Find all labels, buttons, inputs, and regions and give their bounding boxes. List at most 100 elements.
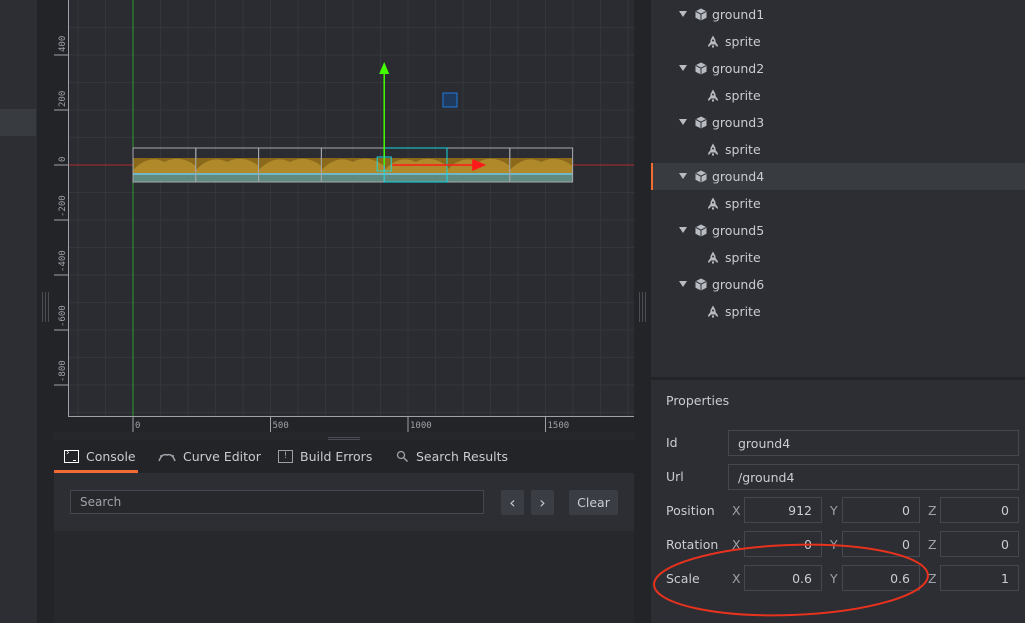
sprite-icon [708, 35, 718, 48]
outline-item-sprite[interactable]: sprite [651, 82, 1025, 109]
left-panel-selected-item[interactable] [0, 109, 36, 136]
rotation-label: Rotation [666, 537, 719, 552]
game-object-icon [695, 8, 707, 21]
position-y-field[interactable] [842, 497, 920, 523]
url-field[interactable] [728, 464, 1019, 490]
expand-triangle-icon[interactable] [679, 227, 687, 233]
y-ruler-label: 0 [58, 157, 68, 162]
outline-item-label: sprite [725, 250, 761, 265]
game-object-icon [695, 224, 707, 237]
chevron-left-icon: ‹ [509, 493, 516, 512]
y-ruler-label: 400 [58, 36, 68, 52]
position-z-field[interactable] [940, 497, 1019, 523]
sprite-icon [708, 197, 718, 210]
console-search-input[interactable] [70, 490, 484, 514]
x-ruler-label: 0 [135, 421, 140, 431]
outline-item-sprite[interactable]: sprite [651, 28, 1025, 55]
scale-x-label: X [732, 571, 741, 586]
right-splitter[interactable] [634, 0, 651, 623]
scale-x-field[interactable] [744, 565, 822, 591]
sprite-icon [708, 305, 718, 318]
tab-build-errors[interactable]: ! Build Errors [278, 440, 372, 473]
sprite-tile-water [195, 175, 259, 182]
rotation-y-label: Y [830, 537, 838, 552]
sprite-tile-water-edge [509, 173, 573, 175]
x-ruler-label: 1000 [410, 421, 432, 431]
scene-background [68, 0, 634, 416]
console-output[interactable] [54, 531, 634, 623]
position-label: Position [666, 503, 715, 518]
sprite-icon [708, 143, 718, 156]
outline-item-ground4[interactable]: ground4 [651, 163, 1025, 190]
properties-panel: Properties Id Url Position X Y Z Rotatio… [651, 380, 1025, 623]
y-ruler-label: -600 [58, 305, 68, 327]
expand-triangle-icon[interactable] [679, 65, 687, 71]
outline-item-ground5[interactable]: ground5 [651, 217, 1025, 244]
expand-triangle-icon[interactable] [679, 11, 687, 17]
id-field[interactable] [728, 430, 1019, 456]
position-y-label: Y [830, 503, 838, 518]
y-ruler-label: -400 [58, 250, 68, 272]
expand-triangle-icon[interactable] [679, 119, 687, 125]
next-match-button[interactable]: › [531, 490, 554, 515]
clear-button[interactable]: Clear [569, 490, 618, 515]
left-panel [0, 0, 37, 623]
bottom-tab-bar: › Console Curve Editor ! Build Errors Se… [54, 440, 634, 473]
scale-y-field[interactable] [842, 565, 920, 591]
tab-console-label: Console [86, 449, 136, 464]
rotation-z-field[interactable] [940, 531, 1019, 557]
search-icon [396, 450, 409, 463]
rotation-x-field[interactable] [744, 531, 822, 557]
outline-item-ground3[interactable]: ground3 [651, 109, 1025, 136]
left-splitter[interactable] [37, 0, 54, 623]
rotation-x-label: X [732, 537, 741, 552]
outline-item-sprite[interactable]: sprite [651, 190, 1025, 217]
splitter-grip [45, 292, 46, 322]
outline-item-ground6[interactable]: ground6 [651, 271, 1025, 298]
outline-item-label: ground5 [712, 223, 765, 238]
sprite-tile-water-edge [195, 173, 259, 175]
game-object-icon [695, 278, 707, 291]
tab-curve-editor[interactable]: Curve Editor [158, 440, 261, 473]
properties-title: Properties [666, 393, 730, 408]
outline-item-ground1[interactable]: ground1 [651, 1, 1025, 28]
rotation-z-label: Z [928, 537, 937, 552]
sprite-tile-water-edge [258, 173, 322, 175]
terminal-icon: › [64, 448, 79, 463]
sprite-tile-water [321, 175, 385, 182]
position-z-label: Z [928, 503, 937, 518]
position-x-field[interactable] [744, 497, 822, 523]
outline-item-sprite[interactable]: sprite [651, 136, 1025, 163]
sprite-icon [708, 89, 718, 102]
scene-canvas[interactable]: 400 200 0 -200 -400 -600 -800 0 500 1000 1500 [54, 0, 634, 432]
expand-triangle-icon[interactable] [679, 173, 687, 179]
scale-z-field[interactable] [940, 565, 1019, 591]
y-ruler-label: 200 [58, 91, 68, 107]
game-object-icon [695, 62, 707, 75]
splitter-grip [639, 292, 640, 322]
outline-item-sprite[interactable]: sprite [651, 298, 1025, 325]
outline-item-label: ground6 [712, 277, 765, 292]
outline-panel: ground1 sprite ground2 sprite ground3 sprite g… [651, 0, 1025, 377]
splitter-grip [645, 292, 646, 322]
splitter-grip [42, 292, 43, 322]
move-gizmo-plane-handle [442, 92, 458, 108]
outline-item-label: sprite [725, 196, 761, 211]
y-ruler-label: -800 [58, 360, 68, 382]
scale-label: Scale [666, 571, 700, 586]
outline-item-label: sprite [725, 304, 761, 319]
x-ruler-label: 1500 [548, 421, 570, 431]
id-label: Id [666, 435, 678, 450]
tab-search-results[interactable]: Search Results [396, 440, 508, 473]
console-toolbar: ‹ › Clear [54, 473, 634, 531]
expand-triangle-icon[interactable] [679, 281, 687, 287]
sprite-tile-water [384, 175, 447, 182]
sprite-tile-water [133, 175, 196, 182]
outline-item-sprite[interactable]: sprite [651, 244, 1025, 271]
outline-item-label: ground2 [712, 61, 765, 76]
previous-match-button[interactable]: ‹ [501, 490, 524, 515]
rotation-y-field[interactable] [842, 531, 920, 557]
tab-console[interactable]: › Console [54, 440, 138, 473]
scene-view[interactable]: 400 200 0 -200 -400 -600 -800 0 500 1000 1500 [54, 0, 634, 432]
outline-item-ground2[interactable]: ground2 [651, 55, 1025, 82]
